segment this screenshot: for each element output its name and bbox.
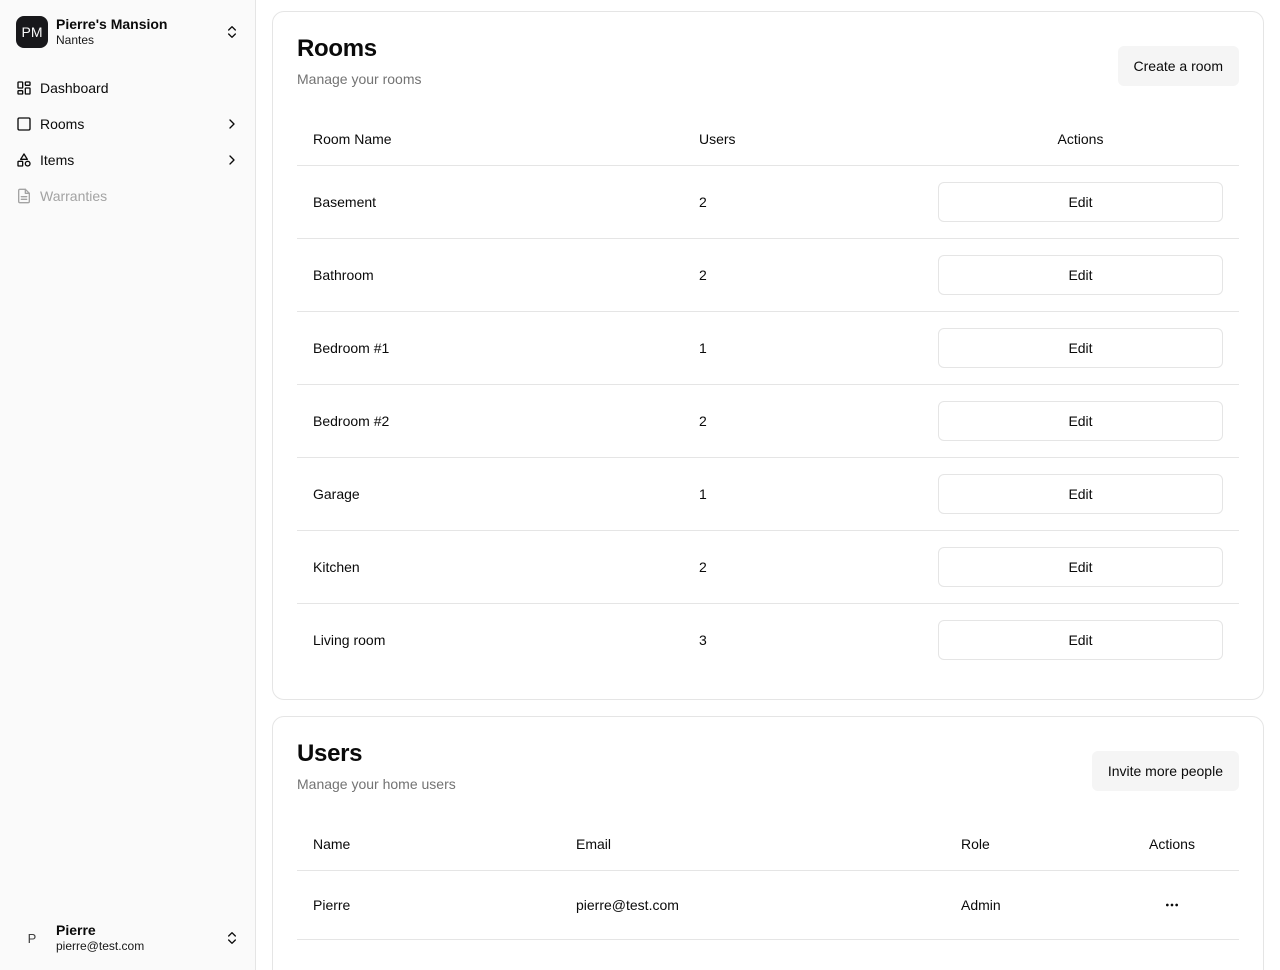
room-users-cell: 2 — [683, 530, 922, 604]
room-name-cell: Living room — [313, 631, 386, 648]
home-avatar: PM — [16, 16, 48, 48]
column-header-email: Email — [560, 818, 945, 871]
column-header-name: Name — [297, 818, 560, 871]
user-actions-cell — [1105, 870, 1239, 940]
layout-dashboard-icon — [17, 81, 31, 95]
room-actions-cell: Edit — [922, 530, 1239, 604]
sidebar-nav: Dashboard Rooms Items Warranties — [8, 72, 248, 216]
sidebar-item-label: Items — [40, 152, 75, 168]
user-email: pierre@test.com — [56, 939, 145, 953]
file-text-icon — [18, 188, 30, 204]
square-icon — [17, 117, 31, 131]
avatar: P — [16, 922, 48, 954]
home-name: Pierre's Mansion — [56, 16, 168, 32]
chevrons-up-down-icon — [228, 26, 236, 38]
more-horizontal-icon — [1166, 903, 1178, 906]
table-row: Garage 1 Edit — [297, 457, 1239, 531]
column-header-users: Users — [683, 113, 922, 166]
room-users-cell: 2 — [683, 384, 922, 458]
table-header-row: Name Email Role Actions — [297, 818, 1239, 871]
column-header-actions: Actions — [1105, 818, 1239, 871]
room-actions-cell: Edit — [922, 165, 1239, 239]
table-row: Kitchen 2 Edit — [297, 530, 1239, 604]
home-city: Nantes — [56, 33, 95, 47]
user-info: Pierre pierre@test.com — [56, 922, 224, 954]
room-actions-cell: Edit — [922, 384, 1239, 458]
users-card: Users Manage your home users Invite more… — [272, 716, 1264, 970]
users-title: Users — [297, 740, 363, 767]
table-header-row: Room Name Users Actions — [297, 113, 1239, 166]
home-info: Pierre's Mansion Nantes — [56, 16, 224, 48]
edit-room-button[interactable]: Edit — [938, 400, 1223, 441]
rooms-description: Manage your rooms — [297, 71, 422, 87]
table-row: Pierre pierre@test.com Admin — [297, 870, 1239, 940]
column-header-actions: Actions — [922, 113, 1239, 166]
column-header-room-name: Room Name — [297, 113, 683, 166]
home-switcher[interactable]: PM Pierre's Mansion Nantes — [8, 8, 248, 56]
column-header-role: Role — [945, 818, 1105, 871]
room-name-cell: Garage — [297, 457, 683, 531]
sidebar-item-rooms[interactable]: Rooms — [8, 108, 248, 140]
chevron-right-icon — [229, 119, 235, 129]
user-switcher[interactable]: P Pierre pierre@test.com — [8, 914, 248, 962]
room-actions-cell: Edit — [922, 238, 1239, 312]
chevrons-up-down-icon — [228, 932, 236, 944]
room-actions-cell: Edit — [922, 457, 1239, 531]
edit-room-button[interactable]: Edit — [938, 181, 1223, 222]
room-actions-cell: Edit — [922, 311, 1239, 385]
room-users-cell: 2 — [683, 165, 922, 239]
user-name: Pierre — [56, 922, 96, 938]
table-row: Bathroom 2 Edit — [297, 238, 1239, 312]
edit-room-button[interactable]: Edit — [938, 473, 1223, 514]
edit-room-button[interactable]: Edit — [938, 546, 1223, 587]
rooms-table: Room Name Users Actions Basement 2 Edit … — [297, 113, 1239, 676]
room-actions-cell: Edit — [922, 603, 1239, 676]
user-name-cell: Pierre — [297, 870, 560, 940]
sidebar: PM Pierre's Mansion Nantes Dashboard Roo… — [0, 0, 256, 970]
sidebar-item-dashboard[interactable]: Dashboard — [8, 72, 248, 104]
invite-people-button[interactable]: Invite more people — [1091, 751, 1239, 791]
room-users-cell: 1 — [683, 311, 922, 385]
table-row: Bedroom #2 2 Edit — [297, 384, 1239, 458]
sidebar-item-items[interactable]: Items — [8, 144, 248, 176]
sidebar-item-label: Warranties — [40, 188, 108, 204]
users-description: Manage your home users — [297, 776, 456, 792]
user-role-cell: Admin — [945, 870, 1105, 940]
chevron-right-icon — [229, 155, 235, 165]
sidebar-item-label: Rooms — [40, 116, 85, 132]
room-users-cell: 1 — [683, 457, 922, 531]
room-users-cell: 2 — [683, 238, 922, 312]
rooms-title: Rooms — [297, 35, 377, 62]
table-row: Living room 3 Edit — [297, 603, 1239, 676]
users-table: Name Email Role Actions Pierre pierre@te… — [297, 818, 1239, 940]
table-row: Basement 2 Edit — [297, 165, 1239, 239]
sidebar-item-label: Dashboard — [40, 80, 109, 96]
room-name-cell: Bathroom — [297, 238, 683, 312]
room-name-cell: Basement — [297, 165, 683, 239]
user-actions-menu-button[interactable] — [1156, 889, 1188, 921]
rooms-card: Rooms Manage your rooms Create a room Ro… — [272, 11, 1264, 700]
edit-room-button[interactable]: Edit — [938, 619, 1223, 660]
sidebar-item-warranties: Warranties — [8, 180, 248, 212]
shapes-icon — [17, 153, 31, 167]
room-name-cell: Kitchen — [297, 530, 683, 604]
room-name-cell: Bedroom #1 — [297, 311, 683, 385]
room-name-cell: Bedroom #2 — [297, 384, 683, 458]
user-email-cell: pierre@test.com — [560, 870, 945, 940]
room-users-cell: 3 — [699, 631, 707, 648]
edit-room-button[interactable]: Edit — [938, 327, 1223, 368]
table-row: Bedroom #1 1 Edit — [297, 311, 1239, 385]
edit-room-button[interactable]: Edit — [938, 254, 1223, 295]
create-room-button[interactable]: Create a room — [1117, 46, 1239, 86]
